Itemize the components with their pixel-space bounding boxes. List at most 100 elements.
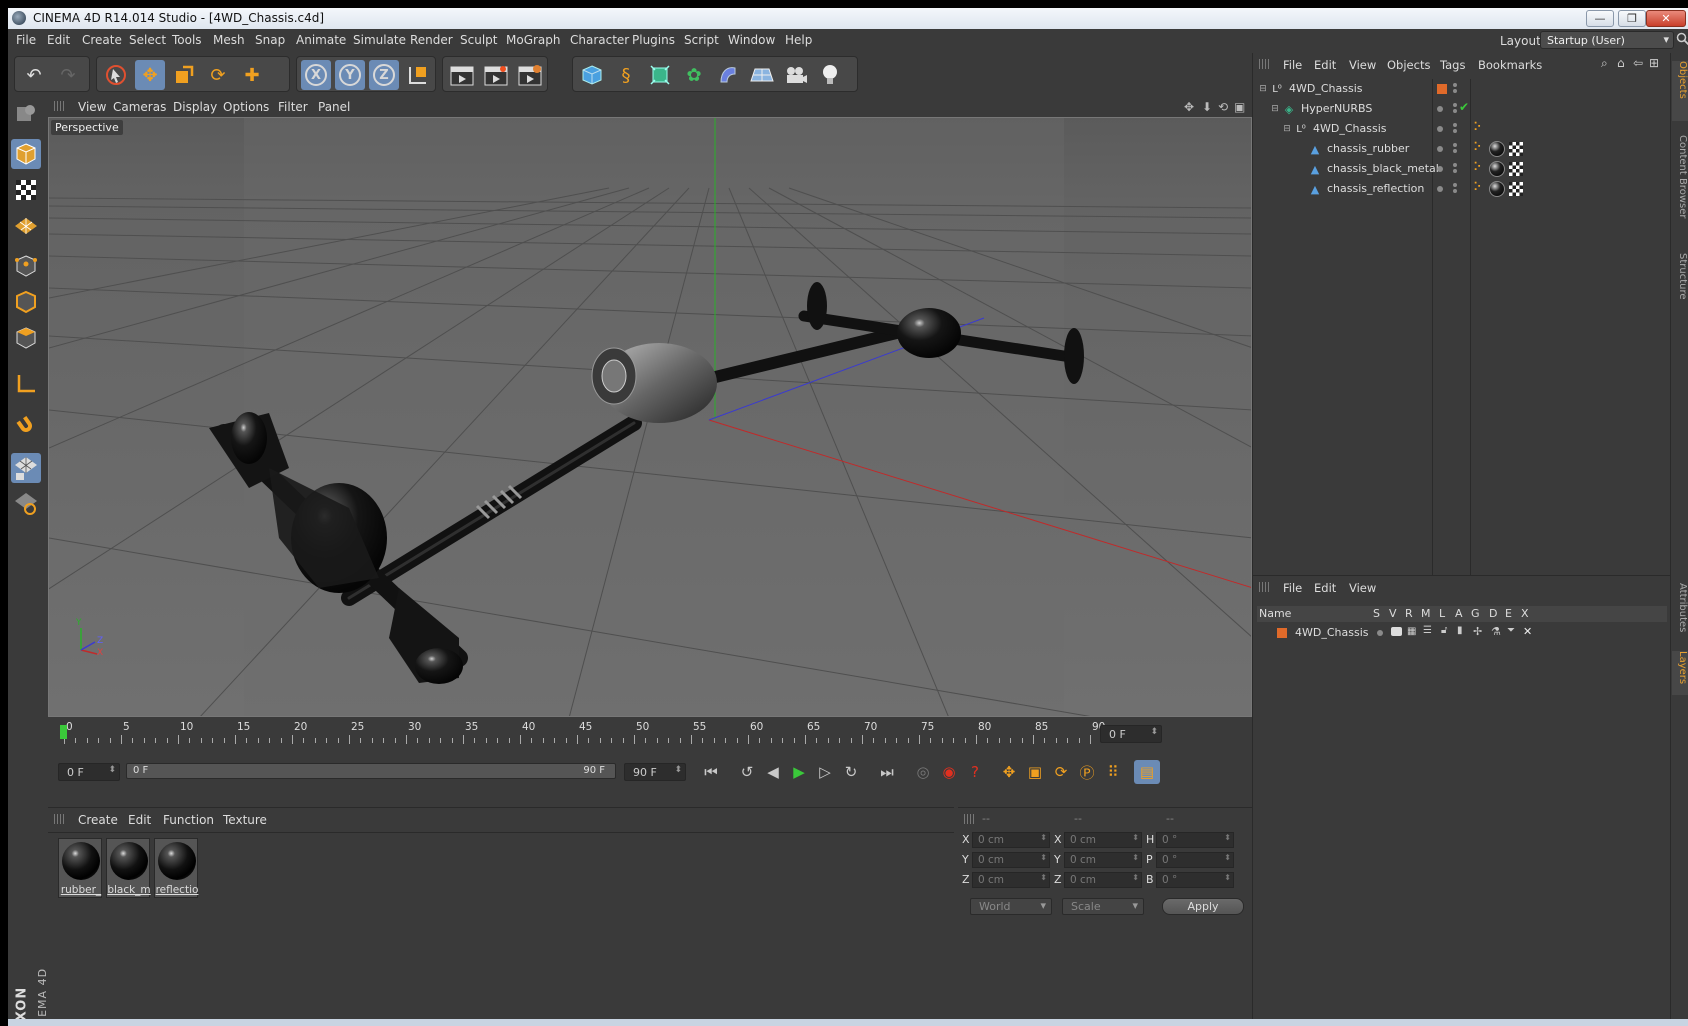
layer-menu-view[interactable]: View <box>1349 581 1376 595</box>
camera-icon[interactable] <box>781 60 811 90</box>
panel-grip-icon[interactable] <box>54 101 64 111</box>
axis-mode-icon[interactable] <box>11 369 41 399</box>
viewport-menu-filter[interactable]: Filter <box>278 100 308 114</box>
locked-workplane-icon[interactable] <box>11 489 41 519</box>
material-menu-create[interactable]: Create <box>78 813 118 827</box>
menu-animate[interactable]: Animate <box>296 33 346 47</box>
object-row[interactable]: ▲ chassis_black_metal ⠕ <box>1253 159 1671 179</box>
navigate-back-icon[interactable]: ⇦ <box>1633 56 1643 70</box>
column-visible[interactable]: V <box>1389 607 1397 620</box>
column-locked[interactable]: L <box>1439 607 1445 620</box>
tab-structure[interactable]: Structure <box>1672 253 1688 313</box>
autokeying-icon[interactable]: ◉ <box>936 760 962 784</box>
end-frame-field[interactable]: 90 F <box>624 763 686 781</box>
tab-content-browser[interactable]: Content Browser <box>1672 135 1688 245</box>
menu-simulate[interactable]: Simulate <box>353 33 406 47</box>
rot-b-field[interactable]: 0 ° <box>1156 872 1234 888</box>
column-xref[interactable]: X <box>1521 607 1529 620</box>
solo-toggle-icon[interactable] <box>1377 630 1383 636</box>
column-manager[interactable]: M <box>1421 607 1431 620</box>
lock-toggle-icon[interactable]: 🔓︎ <box>1441 625 1447 636</box>
objects-menu-file[interactable]: File <box>1283 58 1302 72</box>
objects-menu-tags[interactable]: Tags <box>1440 58 1465 72</box>
object-name[interactable]: chassis_black_metal <box>1327 162 1439 175</box>
visibility-editor-dot[interactable] <box>1453 83 1457 87</box>
deformer-icon[interactable] <box>713 60 743 90</box>
next-frame-icon[interactable]: ▷ <box>812 760 838 784</box>
cube-primitive-icon[interactable] <box>577 60 607 90</box>
objects-menu-objects[interactable]: Objects <box>1387 58 1430 72</box>
size-x-field[interactable]: 0 cm <box>1064 832 1142 848</box>
pos-z-field[interactable]: 0 cm <box>972 872 1050 888</box>
nurbs-generator-icon[interactable] <box>645 60 675 90</box>
object-row[interactable]: ⊟ ◈ HyperNURBS ✔ <box>1253 99 1671 119</box>
start-frame-field[interactable]: 0 F <box>58 763 120 781</box>
visibility-render-dot[interactable] <box>1453 109 1457 113</box>
move-tool-icon[interactable]: ✥ <box>135 60 165 90</box>
visibility-render-dot[interactable] <box>1453 149 1457 153</box>
expressions-toggle-icon[interactable]: ⏷ <box>1507 625 1515 636</box>
menu-create[interactable]: Create <box>82 33 122 47</box>
rot-p-field[interactable]: 0 ° <box>1156 852 1234 868</box>
model-mode-icon[interactable] <box>11 139 41 169</box>
visibility-render-dot[interactable] <box>1453 129 1457 133</box>
key-scale-icon[interactable]: ▣ <box>1022 760 1048 784</box>
make-editable-icon[interactable] <box>11 99 41 129</box>
panel-grip-icon[interactable] <box>964 814 974 824</box>
column-deformers[interactable]: D <box>1489 607 1497 620</box>
last-tool-icon[interactable]: ✚ <box>237 60 267 90</box>
object-row[interactable]: ▲ chassis_rubber ⠕ <box>1253 139 1671 159</box>
viewport-maximize-icon[interactable]: ▣ <box>1234 100 1245 114</box>
viewport-menu-cameras[interactable]: Cameras <box>113 100 166 114</box>
generators-toggle-icon[interactable]: ✢ <box>1473 625 1482 638</box>
array-mograph-icon[interactable]: ✿ <box>679 60 709 90</box>
objects-menu-edit[interactable]: Edit <box>1314 58 1336 72</box>
manager-toggle-icon[interactable]: ☰ <box>1423 625 1432 636</box>
column-solo[interactable]: S <box>1373 607 1380 620</box>
current-frame-field[interactable]: 0 F <box>1100 725 1162 743</box>
go-to-start-icon[interactable]: ⏮ <box>698 760 724 784</box>
pos-x-field[interactable]: 0 cm <box>972 832 1050 848</box>
object-name[interactable]: HyperNURBS <box>1301 102 1372 115</box>
panel-grip-icon[interactable] <box>54 814 64 824</box>
visibility-editor-dot[interactable] <box>1453 123 1457 127</box>
viewport-camera-label[interactable]: Perspective <box>51 120 123 135</box>
phong-tag-icon[interactable]: ⠕ <box>1473 140 1482 154</box>
layer-color-swatch[interactable] <box>1277 628 1287 638</box>
key-parameter-icon[interactable]: Ⓟ <box>1074 760 1100 784</box>
deformers-toggle-icon[interactable]: ⚗ <box>1491 625 1501 638</box>
rot-h-field[interactable]: 0 ° <box>1156 832 1234 848</box>
viewport-menu-view[interactable]: View <box>78 100 106 114</box>
material-menu-function[interactable]: Function <box>163 813 214 827</box>
object-name[interactable]: chassis_rubber <box>1327 142 1409 155</box>
render-toggle-icon[interactable]: ▦ <box>1407 626 1416 637</box>
phong-tag-icon[interactable]: ⠕ <box>1473 160 1482 174</box>
size-y-field[interactable]: 0 cm <box>1064 852 1142 868</box>
menu-window[interactable]: Window <box>728 33 775 47</box>
column-generators[interactable]: G <box>1471 607 1480 620</box>
polygons-mode-icon[interactable] <box>11 323 41 353</box>
size-mode-dropdown[interactable]: Scale <box>1062 898 1144 915</box>
visibility-editor-dot[interactable] <box>1453 183 1457 187</box>
points-mode-icon[interactable] <box>11 251 41 281</box>
uvw-tag-icon[interactable] <box>1509 142 1523 156</box>
key-position-icon[interactable]: ✥ <box>996 760 1022 784</box>
preview-range-slider[interactable]: 0 F 90 F <box>126 763 616 779</box>
object-name[interactable]: chassis_reflection <box>1327 182 1424 195</box>
new-panel-icon[interactable]: ⊞ <box>1649 56 1659 70</box>
layer-name[interactable]: 4WD_Chassis <box>1295 626 1369 639</box>
visibility-editor-dot[interactable] <box>1453 163 1457 167</box>
enabled-check-icon[interactable]: ✔ <box>1459 100 1469 114</box>
coordinate-mode-dropdown[interactable]: World <box>970 898 1052 915</box>
viewport-move-icon[interactable]: ✥ <box>1184 100 1194 114</box>
menu-tools[interactable]: Tools <box>172 33 202 47</box>
size-z-field[interactable]: 0 cm <box>1064 872 1142 888</box>
menu-snap[interactable]: Snap <box>255 33 285 47</box>
collapse-icon[interactable]: ⊟ <box>1269 103 1281 115</box>
layer-dot[interactable] <box>1437 186 1443 192</box>
coordinate-system-icon[interactable] <box>403 60 433 90</box>
record-active-objects-icon[interactable]: ◎ <box>910 760 936 784</box>
menu-sculpt[interactable]: Sculpt <box>460 33 497 47</box>
restore-button[interactable]: ❐ <box>1618 10 1646 27</box>
column-render[interactable]: R <box>1405 607 1413 620</box>
